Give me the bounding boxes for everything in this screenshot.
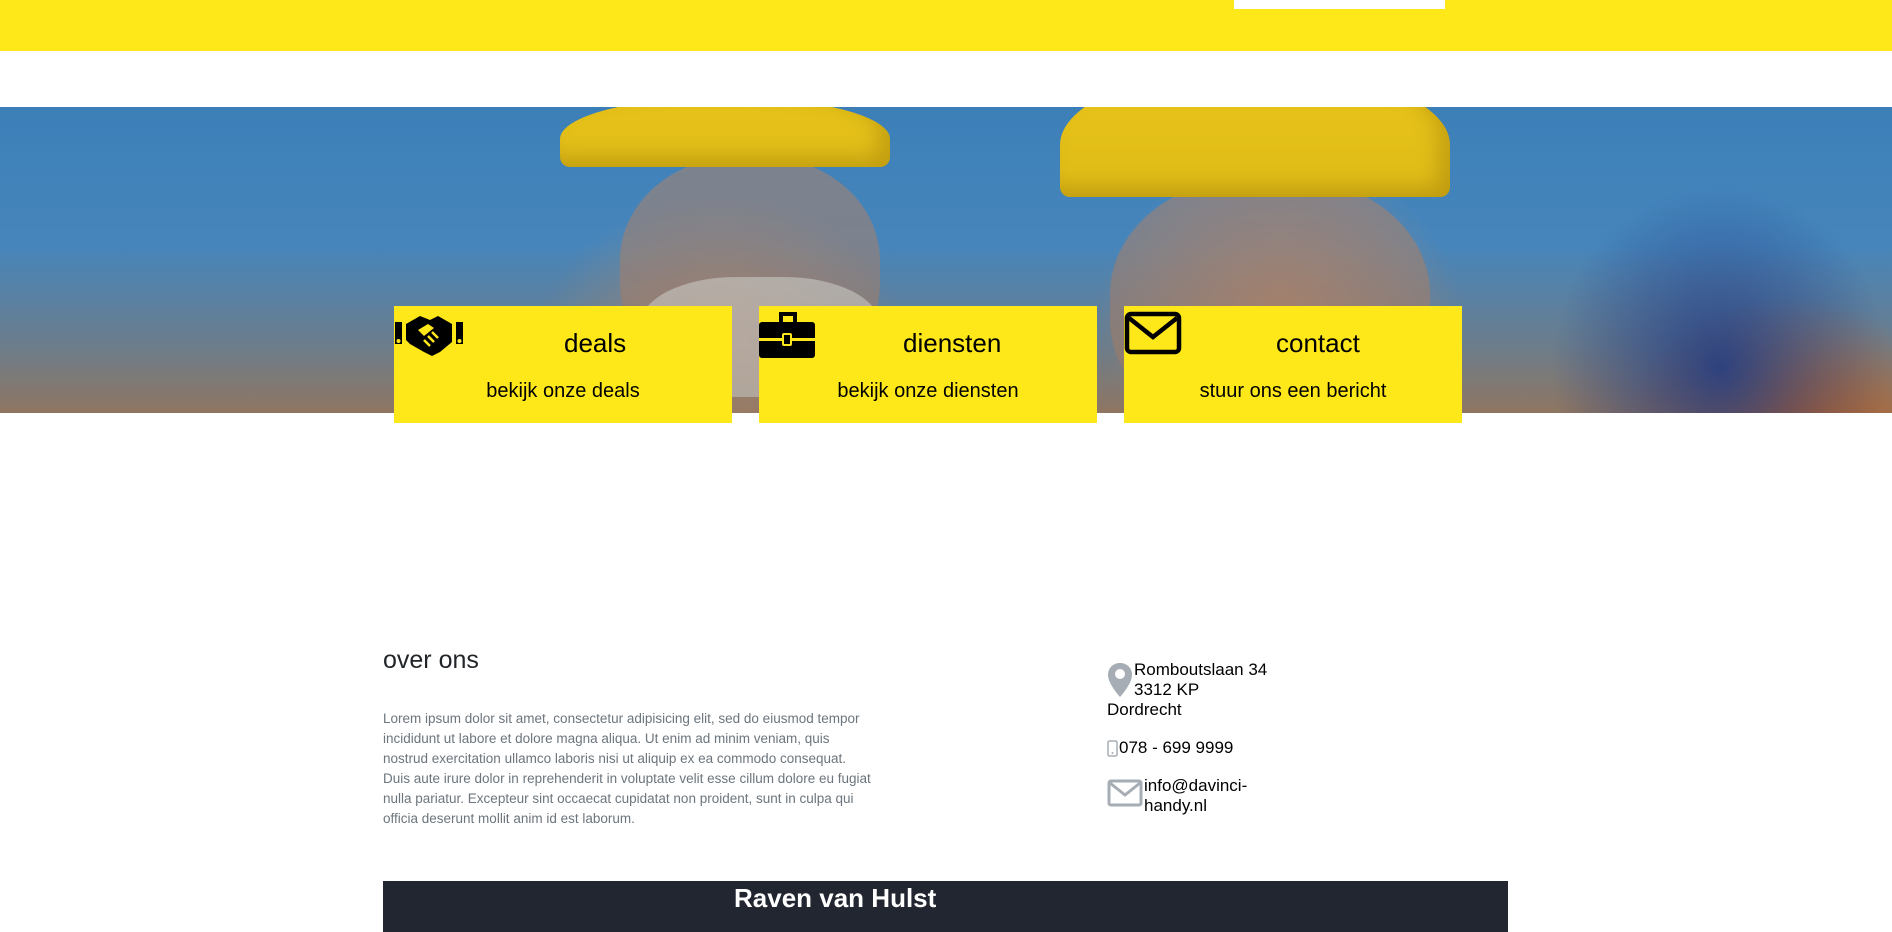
- email-address[interactable]: info@davinci- handy.nl: [1144, 776, 1247, 816]
- email-line1[interactable]: info@davinci-: [1144, 776, 1247, 796]
- mail-icon: [1107, 779, 1143, 807]
- email: info@davinci- handy.nl: [1107, 776, 1307, 816]
- card-contact[interactable]: contact stuur ons een bericht: [1124, 306, 1462, 423]
- card-subtitle[interactable]: stuur ons een bericht: [1124, 380, 1462, 403]
- about-title: over ons: [383, 646, 479, 674]
- top-bar: [0, 0, 1892, 51]
- card-subtitle[interactable]: bekijk onze deals: [394, 380, 732, 403]
- map-pin-icon: [1108, 663, 1132, 697]
- address-street: Romboutslaan 34: [1134, 660, 1268, 679]
- card-diensten[interactable]: diensten bekijk onze diensten: [759, 306, 1097, 423]
- email-line2[interactable]: handy.nl: [1144, 796, 1247, 816]
- address: Romboutslaan 34 3312 KP Dordrecht: [1107, 660, 1307, 720]
- footer-bar: Raven van Hulst: [383, 881, 1508, 932]
- header-tab[interactable]: [1234, 0, 1445, 9]
- card-title[interactable]: contact: [1124, 328, 1462, 359]
- mobile-phone-icon: [1107, 739, 1118, 757]
- contact-info: Romboutslaan 34 3312 KP Dordrecht 078 - …: [1107, 660, 1307, 816]
- card-title[interactable]: deals: [394, 328, 732, 359]
- card-title[interactable]: diensten: [759, 328, 1097, 359]
- phone: 078 - 699 9999: [1107, 738, 1307, 758]
- footer-name: Raven van Hulst: [734, 883, 937, 913]
- card-subtitle[interactable]: bekijk onze diensten: [759, 380, 1097, 403]
- phone-number[interactable]: 078 - 699 9999: [1119, 738, 1233, 758]
- about-text: Lorem ipsum dolor sit amet, consectetur …: [383, 711, 871, 826]
- address-city: Dordrecht: [1107, 700, 1182, 719]
- address-postcode: 3312 KP: [1134, 680, 1200, 699]
- card-deals[interactable]: deals bekijk onze deals: [394, 306, 732, 423]
